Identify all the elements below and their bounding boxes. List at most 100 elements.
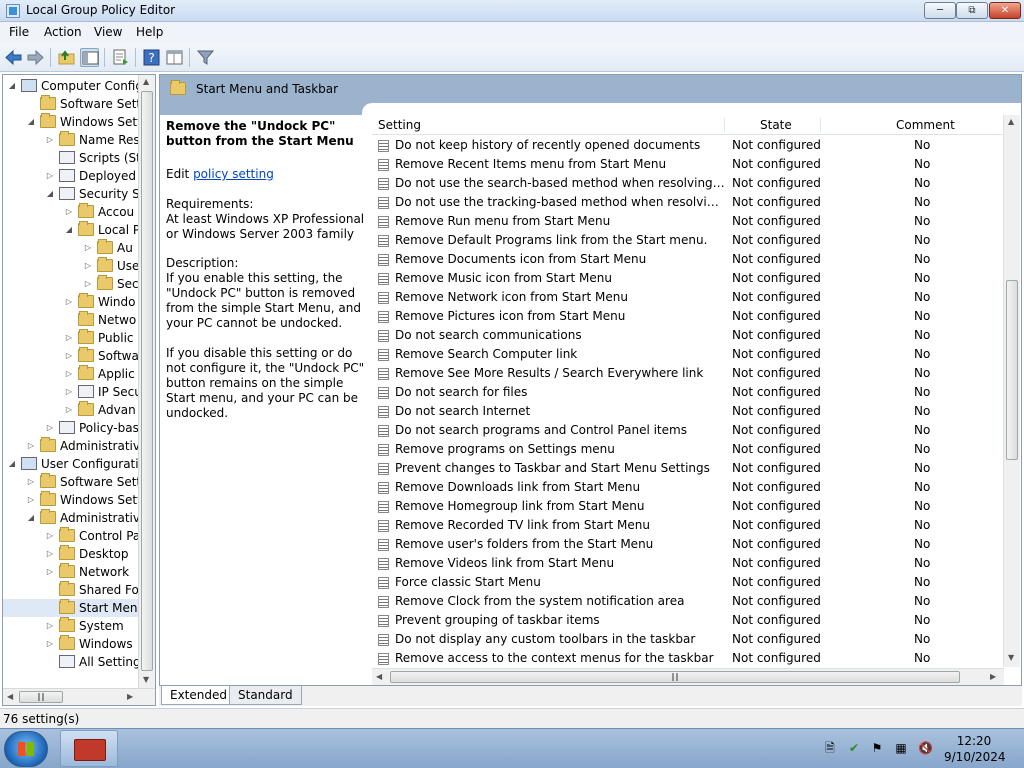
scroll-thumb[interactable]	[1006, 280, 1018, 460]
scroll-up-icon[interactable]: ▲	[1008, 117, 1014, 126]
collapsed-arrow-icon[interactable]: ▷	[45, 635, 55, 653]
tree-item[interactable]: ▷ Policy-bas	[3, 419, 140, 437]
scroll-thumb[interactable]	[141, 91, 153, 671]
column-header-state[interactable]: State	[760, 118, 792, 132]
tree-item[interactable]: ▷ Network	[3, 563, 140, 581]
collapsed-arrow-icon[interactable]: ▷	[64, 401, 74, 419]
setting-row[interactable]: Prevent grouping of taskbar items Not con…	[372, 611, 1004, 630]
tree-item[interactable]: ◢ Administrative	[3, 509, 147, 527]
taskbar-gpedit-button[interactable]	[60, 730, 118, 767]
expanded-arrow-icon[interactable]: ◢	[7, 77, 17, 95]
setting-row[interactable]: Do not keep history of recently opened d…	[372, 136, 1004, 155]
column-header-comment[interactable]: Comment	[896, 118, 955, 132]
scroll-left-icon[interactable]: ◀	[376, 672, 382, 681]
forward-button[interactable]	[26, 48, 45, 67]
scroll-right-icon[interactable]: ▶	[127, 692, 133, 701]
collapsed-arrow-icon[interactable]: ▷	[83, 239, 93, 257]
system-clock[interactable]: 12:20 9/10/2024	[944, 733, 1006, 765]
filter-button[interactable]	[196, 48, 215, 67]
menu-help[interactable]: Help	[136, 25, 163, 39]
collapsed-arrow-icon[interactable]: ▷	[45, 131, 55, 149]
export-list-button[interactable]	[111, 48, 130, 67]
up-one-level-button[interactable]	[57, 48, 76, 67]
tree-item[interactable]: ◢ Security Se	[3, 185, 147, 203]
scroll-down-icon[interactable]: ▼	[1008, 653, 1014, 662]
security-shield-icon[interactable]: ✔	[847, 741, 861, 755]
tree-item[interactable]: ▷ Deployed	[3, 167, 140, 185]
expanded-arrow-icon[interactable]: ◢	[45, 185, 55, 203]
policy-setting-link[interactable]: policy setting	[193, 167, 274, 181]
tree-item[interactable]: ▷ Desktop	[3, 545, 140, 563]
setting-row[interactable]: Remove Search Computer link Not configure…	[372, 345, 1004, 364]
setting-row[interactable]: Remove Network icon from Start Menu Not c…	[372, 288, 1004, 307]
setting-row[interactable]: Remove access to the context menus for t…	[372, 649, 1004, 668]
setting-row[interactable]: Remove Homegroup link from Start Menu Not…	[372, 497, 1004, 516]
console-tree[interactable]: ◢ Computer Config Software Setti ◢ Windows S…	[2, 74, 156, 706]
setting-row[interactable]: Remove Clock from the system notificatio…	[372, 592, 1004, 611]
tree-item[interactable]: ▷ IP Secu	[3, 383, 142, 401]
tree-item[interactable]: All Setting	[3, 653, 141, 671]
setting-row[interactable]: Remove Videos link from Start Menu Not co…	[372, 554, 1004, 573]
tree-item[interactable]: Software Setti	[3, 95, 144, 113]
scroll-right-icon[interactable]: ▶	[990, 672, 996, 681]
close-button[interactable]: ✕	[989, 2, 1021, 19]
setting-row[interactable]: Remove See More Results / Search Everywh…	[372, 364, 1004, 383]
tree-item[interactable]: ▷ Advan	[3, 401, 140, 419]
setting-row[interactable]: Remove Recorded TV link from Start Menu N…	[372, 516, 1004, 535]
collapsed-arrow-icon[interactable]: ▷	[64, 329, 74, 347]
tree-item[interactable]: ▷ Windo	[3, 293, 140, 311]
collapsed-arrow-icon[interactable]: ▷	[64, 293, 74, 311]
collapsed-arrow-icon[interactable]: ▷	[26, 491, 36, 509]
tree-item[interactable]: ▷ Name Res	[3, 131, 140, 149]
tree-item[interactable]: Start Menu	[3, 599, 145, 617]
setting-row[interactable]: Remove user's folders from the Start Men…	[372, 535, 1004, 554]
setting-row[interactable]: Remove Documents icon from Start Menu Not…	[372, 250, 1004, 269]
collapsed-arrow-icon[interactable]: ▷	[83, 257, 93, 275]
tab-extended[interactable]: Extended	[161, 686, 236, 705]
setting-row[interactable]: Do not search Internet Not configured No	[372, 402, 1004, 421]
setting-row[interactable]: Do not search communications Not configur…	[372, 326, 1004, 345]
collapsed-arrow-icon[interactable]: ▷	[45, 617, 55, 635]
collapsed-arrow-icon[interactable]: ▷	[64, 383, 74, 401]
collapsed-arrow-icon[interactable]: ▷	[45, 545, 55, 563]
tree-item[interactable]: ▷ Control Pa	[3, 527, 140, 545]
scroll-down-icon[interactable]: ▼	[143, 675, 149, 684]
tree-item[interactable]: ▷ Use	[3, 257, 140, 275]
setting-row[interactable]: Remove Recent Items menu from Start Menu…	[372, 155, 1004, 174]
tree-horizontal-scrollbar[interactable]: ◀ ‖‖ ▶	[3, 688, 155, 705]
flag-icon[interactable]: ⚑	[870, 741, 884, 755]
maximize-button[interactable]: ⧉	[956, 2, 988, 19]
setting-row[interactable]: Prevent changes to Taskbar and Start Men…	[372, 459, 1004, 478]
minimize-button[interactable]: ─	[924, 2, 956, 19]
tree-item[interactable]: ▷ Windows	[3, 635, 140, 653]
setting-row[interactable]: Remove Downloads link from Start Menu Not…	[372, 478, 1004, 497]
setting-row[interactable]: Do not use the tracking-based method whe…	[372, 193, 1004, 212]
tab-standard[interactable]: Standard	[229, 686, 302, 705]
expanded-arrow-icon[interactable]: ◢	[64, 221, 74, 239]
setting-row[interactable]: Remove Run menu from Start Menu Not confi…	[372, 212, 1004, 231]
volume-muted-icon[interactable]: 🔇	[918, 741, 933, 755]
tree-item[interactable]: ▷ Administrative	[3, 437, 147, 455]
scroll-up-icon[interactable]: ▲	[143, 77, 149, 86]
tree-item[interactable]: ◢ Local P	[3, 221, 140, 239]
tree-item[interactable]: ▷ Softwa	[3, 347, 140, 365]
settings-horizontal-scrollbar[interactable]: ◀ ‖‖ ▶	[372, 668, 1004, 685]
setting-row[interactable]: Remove Pictures icon from Start Menu Not …	[372, 307, 1004, 326]
collapsed-arrow-icon[interactable]: ▷	[64, 347, 74, 365]
help-button[interactable]: ?	[142, 48, 161, 67]
setting-row[interactable]: Remove Music icon from Start Menu Not con…	[372, 269, 1004, 288]
properties-button[interactable]	[165, 48, 184, 67]
tree-item[interactable]: Scripts (St	[3, 149, 141, 167]
tree-item[interactable]: Netwo	[3, 311, 140, 329]
column-header-setting[interactable]: Setting	[378, 118, 421, 132]
tree-item[interactable]: ▷ Sec	[3, 275, 140, 293]
setting-row[interactable]: Do not display any custom toolbars in th…	[372, 630, 1004, 649]
collapsed-arrow-icon[interactable]: ▷	[26, 437, 36, 455]
expanded-arrow-icon[interactable]: ◢	[26, 509, 36, 527]
collapsed-arrow-icon[interactable]: ▷	[64, 203, 74, 221]
network-icon[interactable]: ▦	[894, 741, 908, 755]
tree-item[interactable]: ▷ Au	[3, 239, 140, 257]
collapsed-arrow-icon[interactable]: ▷	[45, 527, 55, 545]
tree-item[interactable]: Shared Fol	[3, 581, 142, 599]
column-divider[interactable]	[820, 118, 821, 132]
